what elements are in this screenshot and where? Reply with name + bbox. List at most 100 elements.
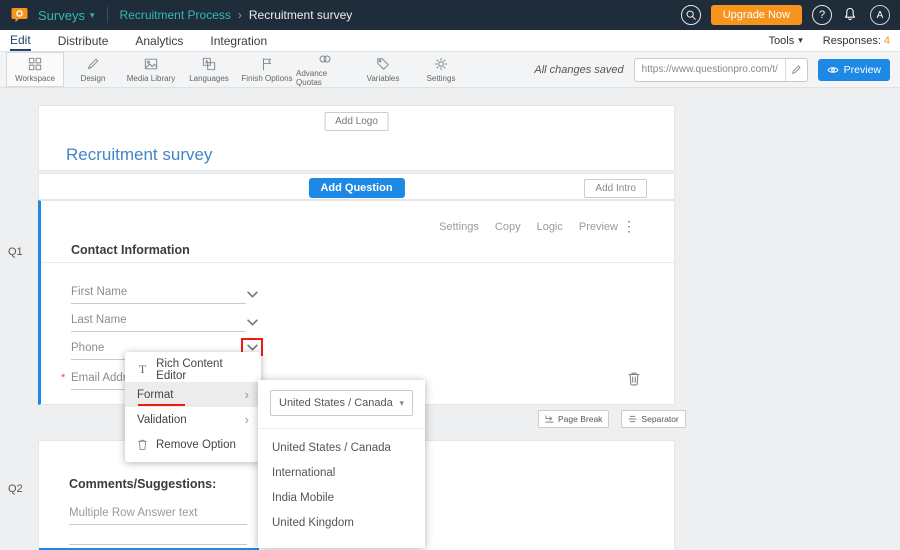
format-option-international[interactable]: International xyxy=(258,460,425,485)
more-options-icon[interactable]: ⋮ xyxy=(622,218,636,235)
question-number-q1: Q1 xyxy=(8,246,23,258)
separator-button[interactable]: Separator xyxy=(621,410,685,428)
surveys-menu[interactable]: Surveys ▾ xyxy=(38,8,95,23)
languages-icon xyxy=(202,57,216,71)
main-menu-bar: Edit Distribute Analytics Integration To… xyxy=(0,30,900,52)
format-select[interactable]: United States / Canada ▾ xyxy=(270,390,413,416)
toolbar-item-label: Advance Quotas xyxy=(296,69,354,87)
chevron-down-icon[interactable] xyxy=(247,291,258,298)
search-icon[interactable] xyxy=(681,5,701,25)
toolbar-item-variables[interactable]: Variables xyxy=(354,52,412,87)
question-title[interactable]: Contact Information xyxy=(71,243,190,257)
menu-item-format[interactable]: Format › xyxy=(125,382,261,407)
chevron-down-icon[interactable] xyxy=(247,319,258,326)
add-intro-button[interactable]: Add Intro xyxy=(584,179,647,198)
delete-question-icon[interactable] xyxy=(627,371,641,387)
field-options-context-menu: T Rich Content Editor Format › Validatio… xyxy=(125,352,261,462)
question-settings-button[interactable]: Settings xyxy=(439,221,479,233)
page-tools: Page Break Separator xyxy=(538,410,686,428)
menu-item-label: Rich Content Editor xyxy=(156,358,249,382)
help-icon[interactable]: ? xyxy=(812,5,832,25)
page-break-button[interactable]: Page Break xyxy=(538,410,609,428)
format-option-us-canada[interactable]: United States / Canada xyxy=(258,435,425,460)
breadcrumb-current: Recruitment survey xyxy=(249,8,352,22)
top-navigation-bar: Surveys ▾ Recruitment Process › Recruitm… xyxy=(0,0,900,30)
avatar[interactable]: A xyxy=(870,5,890,25)
menu-item-validation[interactable]: Validation › xyxy=(125,407,261,432)
chevron-right-icon: › xyxy=(245,412,249,427)
survey-title[interactable]: Recruitment survey xyxy=(66,145,212,165)
field-last-name[interactable]: Last Name xyxy=(71,314,246,332)
responses-label: Responses: xyxy=(823,35,881,47)
app: Surveys ▾ Recruitment Process › Recruitm… xyxy=(0,0,900,550)
survey-editor-canvas: Add Logo Recruitment survey Add Question… xyxy=(0,88,900,550)
format-option-india-mobile[interactable]: India Mobile xyxy=(258,485,425,510)
eye-icon xyxy=(827,66,839,74)
edit-url-pencil-icon[interactable] xyxy=(785,59,807,81)
toolbar-item-languages[interactable]: Languages xyxy=(180,52,238,87)
toolbar-item-label: Languages xyxy=(189,74,229,83)
finish-options-icon xyxy=(260,57,274,71)
menu-item-label: Remove Option xyxy=(156,439,236,451)
upgrade-now-button[interactable]: Upgrade Now xyxy=(711,5,802,25)
survey-url-input[interactable] xyxy=(635,64,785,75)
toolbar-item-label: Workspace xyxy=(15,74,55,83)
tools-label: Tools xyxy=(769,35,795,47)
trash-icon xyxy=(137,438,148,451)
tab-analytics[interactable]: Analytics xyxy=(135,32,183,50)
responses-indicator[interactable]: Responses:4 xyxy=(823,35,890,47)
variables-icon xyxy=(376,57,390,71)
divider xyxy=(107,7,108,23)
multi-row-answer-placeholder[interactable]: Multiple Row Answer text xyxy=(69,507,247,525)
preview-label: Preview xyxy=(844,64,881,76)
question-title[interactable]: Comments/Suggestions: xyxy=(69,477,216,491)
toolbar-item-label: Design xyxy=(81,74,106,83)
save-status: All changes saved xyxy=(534,64,623,76)
add-question-button[interactable]: Add Question xyxy=(308,178,404,198)
survey-header-card: Add Logo Recruitment survey xyxy=(38,105,675,171)
menu-item-label: Validation xyxy=(137,414,187,426)
topbar-right: Upgrade Now ? A xyxy=(681,5,890,25)
questionpro-logo[interactable] xyxy=(10,5,30,25)
workspace-icon xyxy=(28,57,42,71)
format-option-united-kingdom[interactable]: United Kingdom xyxy=(258,510,425,535)
toolbar-item-design[interactable]: Design xyxy=(64,52,122,87)
toolbar-item-media-library[interactable]: Media Library xyxy=(122,52,180,87)
tab-integration[interactable]: Integration xyxy=(210,32,267,50)
preview-button[interactable]: Preview xyxy=(818,59,890,81)
field-first-name[interactable]: First Name xyxy=(71,286,246,304)
chevron-down-icon: ▾ xyxy=(798,35,803,46)
format-select-value: United States / Canada xyxy=(279,397,393,409)
menu-item-remove-option[interactable]: Remove Option xyxy=(125,432,261,457)
menubar-right: Tools ▾ Responses:4 xyxy=(769,35,890,47)
surveys-label: Surveys xyxy=(38,8,85,23)
question-preview-button[interactable]: Preview xyxy=(579,221,618,233)
menu-item-rich-content-editor[interactable]: T Rich Content Editor xyxy=(125,357,261,382)
media-library-icon xyxy=(144,57,158,71)
tools-menu[interactable]: Tools ▾ xyxy=(769,35,803,47)
toolbar-item-settings[interactable]: Settings xyxy=(412,52,470,87)
toolbar-item-finish-options[interactable]: Finish Options xyxy=(238,52,296,87)
breadcrumb-separator-icon: › xyxy=(238,8,242,22)
tab-distribute[interactable]: Distribute xyxy=(58,32,109,50)
question-copy-button[interactable]: Copy xyxy=(495,221,521,233)
toolbar-right: All changes saved Preview xyxy=(534,52,894,87)
tab-edit[interactable]: Edit xyxy=(10,31,31,51)
breadcrumb-parent[interactable]: Recruitment Process xyxy=(120,8,231,22)
toolbar-item-workspace[interactable]: Workspace xyxy=(6,52,64,87)
question-logic-button[interactable]: Logic xyxy=(537,221,563,233)
answer-row-line xyxy=(69,544,247,545)
divider xyxy=(41,262,674,263)
page-break-icon xyxy=(545,415,554,423)
toolbar-item-label: Finish Options xyxy=(241,74,292,83)
rich-content-editor-icon: T xyxy=(137,362,148,377)
toolbar-item-advance-quotas[interactable]: Advance Quotas xyxy=(296,52,354,87)
toolbar-item-label: Variables xyxy=(367,74,400,83)
separator-label: Separator xyxy=(641,414,678,424)
responses-count: 4 xyxy=(884,35,890,47)
survey-url-box xyxy=(634,58,808,82)
add-logo-button[interactable]: Add Logo xyxy=(324,112,389,131)
page-break-label: Page Break xyxy=(558,414,602,424)
chevron-down-icon[interactable] xyxy=(247,344,258,351)
notifications-bell-icon[interactable] xyxy=(842,6,860,24)
